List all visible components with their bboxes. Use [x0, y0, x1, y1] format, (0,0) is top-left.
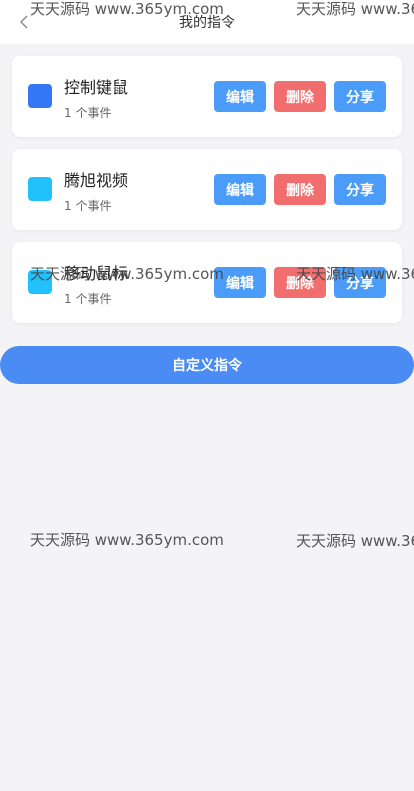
- command-name: 控制键鼠: [64, 78, 129, 97]
- delete-button[interactable]: 删除: [274, 174, 326, 205]
- command-card[interactable]: 腾旭视频 1 个事件 编辑 删除 分享: [12, 149, 402, 230]
- command-name: 移动鼠标: [64, 264, 129, 283]
- command-card[interactable]: 控制键鼠 1 个事件 编辑 删除 分享: [12, 56, 402, 137]
- command-color-swatch: [28, 177, 52, 201]
- edit-button[interactable]: 编辑: [214, 267, 266, 298]
- navbar: 我的指令: [0, 0, 414, 44]
- command-event-count: 1 个事件: [64, 106, 112, 120]
- page-title: 我的指令: [179, 15, 235, 31]
- command-name: 腾旭视频: [64, 171, 129, 190]
- share-button[interactable]: 分享: [334, 267, 386, 298]
- edit-button[interactable]: 编辑: [214, 81, 266, 112]
- watermark: 天天源码 www.365ym.com: [30, 531, 224, 549]
- watermark: 天天源码 www.365ym.com: [296, 532, 414, 550]
- delete-button[interactable]: 删除: [274, 267, 326, 298]
- command-event-count: 1 个事件: [64, 199, 112, 213]
- command-event-count: 1 个事件: [64, 292, 112, 306]
- delete-button[interactable]: 删除: [274, 81, 326, 112]
- share-button[interactable]: 分享: [334, 81, 386, 112]
- command-color-swatch: [28, 84, 52, 108]
- command-color-swatch: [28, 270, 52, 294]
- command-card[interactable]: 移动鼠标 1 个事件 编辑 删除 分享: [12, 242, 402, 323]
- edit-button[interactable]: 编辑: [214, 174, 266, 205]
- share-button[interactable]: 分享: [334, 174, 386, 205]
- custom-command-button[interactable]: 自定义指令: [0, 346, 414, 384]
